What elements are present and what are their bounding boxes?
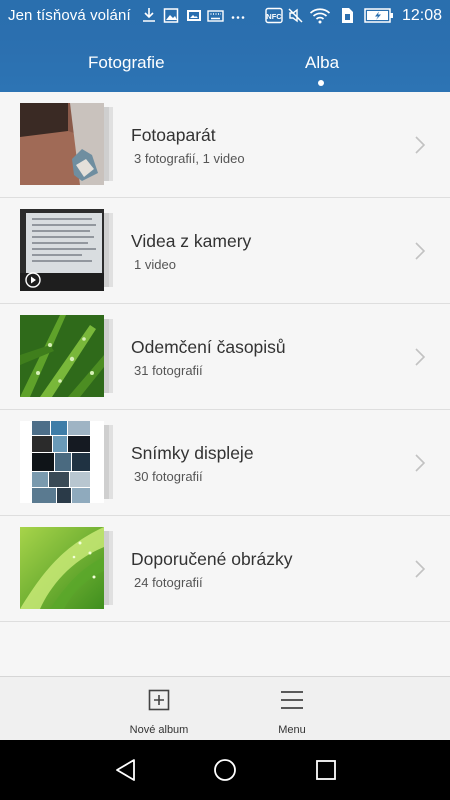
status-bar: Jen tísňová volání NFC 12:08	[0, 0, 450, 32]
sim-icon	[342, 8, 353, 23]
album-item-camera-videos[interactable]: Videa z kamery 1 video	[0, 198, 450, 304]
chevron-right-icon	[415, 454, 426, 472]
album-title: Fotoaparát	[131, 125, 216, 145]
album-count: 30 fotografií	[134, 469, 203, 484]
album-item-magazine-unlock[interactable]: Odemčení časopisů 31 fotografií	[0, 304, 450, 410]
album-list: Fotoaparát 3 fotografií, 1 video Videa z…	[0, 92, 450, 622]
album-item-camera[interactable]: Fotoaparát 3 fotografií, 1 video	[0, 92, 450, 198]
album-count: 31 fotografií	[134, 363, 203, 378]
more-icon	[231, 16, 245, 19]
chevron-right-icon	[415, 136, 426, 154]
menu-button[interactable]: Menu	[252, 677, 332, 741]
wifi-icon	[309, 8, 331, 24]
album-title: Odemčení časopisů	[131, 337, 286, 357]
album-title: Snímky displeje	[131, 443, 254, 463]
bottom-toolbar: Nové album Menu	[0, 676, 450, 740]
status-clock: 12:08	[401, 7, 442, 24]
album-title: Videa z kamery	[131, 231, 252, 251]
thumbnail-image	[20, 421, 104, 503]
album-count: 3 fotografií, 1 video	[134, 151, 245, 166]
tab-albums[interactable]: Alba	[305, 53, 339, 73]
album-thumbnail	[20, 527, 113, 609]
photo-icon	[187, 10, 201, 21]
mute-icon	[288, 8, 303, 23]
album-count: 24 fotografií	[134, 575, 203, 590]
image-icon	[163, 8, 179, 23]
battery-icon	[364, 8, 393, 23]
album-item-recommended[interactable]: Doporučené obrázky 24 fotografií	[0, 516, 450, 622]
add-box-icon	[148, 689, 170, 711]
app-header: Jen tísňová volání NFC 12:08 Fotografie …	[0, 0, 450, 92]
chevron-right-icon	[415, 560, 426, 578]
new-album-label: Nové album	[129, 724, 189, 736]
keyboard-icon	[207, 10, 224, 22]
carrier-text: Jen tísňová volání	[8, 7, 131, 24]
back-icon[interactable]	[112, 756, 140, 784]
chevron-right-icon	[415, 242, 426, 260]
album-count: 1 video	[134, 257, 176, 272]
album-thumbnail	[20, 209, 113, 291]
svg-text:NFC: NFC	[266, 12, 282, 21]
album-thumbnail	[20, 315, 113, 397]
thumbnail-image	[20, 209, 104, 291]
thumbnail-image	[20, 527, 104, 609]
tab-bar: Fotografie Alba	[0, 32, 450, 92]
home-icon[interactable]	[211, 756, 239, 784]
album-thumbnail	[20, 421, 113, 503]
album-title: Doporučené obrázky	[131, 549, 293, 569]
thumbnail-image	[20, 103, 104, 185]
chevron-right-icon	[415, 348, 426, 366]
system-nav-bar	[0, 740, 450, 800]
thumbnail-image	[20, 315, 104, 397]
menu-label: Menu	[278, 724, 306, 736]
nfc-icon: NFC	[265, 7, 283, 24]
album-item-screenshots[interactable]: Snímky displeje 30 fotografií	[0, 410, 450, 516]
tab-photos[interactable]: Fotografie	[88, 53, 165, 73]
download-icon	[143, 8, 155, 22]
recent-apps-icon[interactable]	[312, 756, 340, 784]
album-thumbnail	[20, 103, 113, 185]
active-tab-indicator	[318, 80, 324, 86]
new-album-button[interactable]: Nové album	[120, 677, 198, 741]
menu-icon	[281, 691, 303, 709]
